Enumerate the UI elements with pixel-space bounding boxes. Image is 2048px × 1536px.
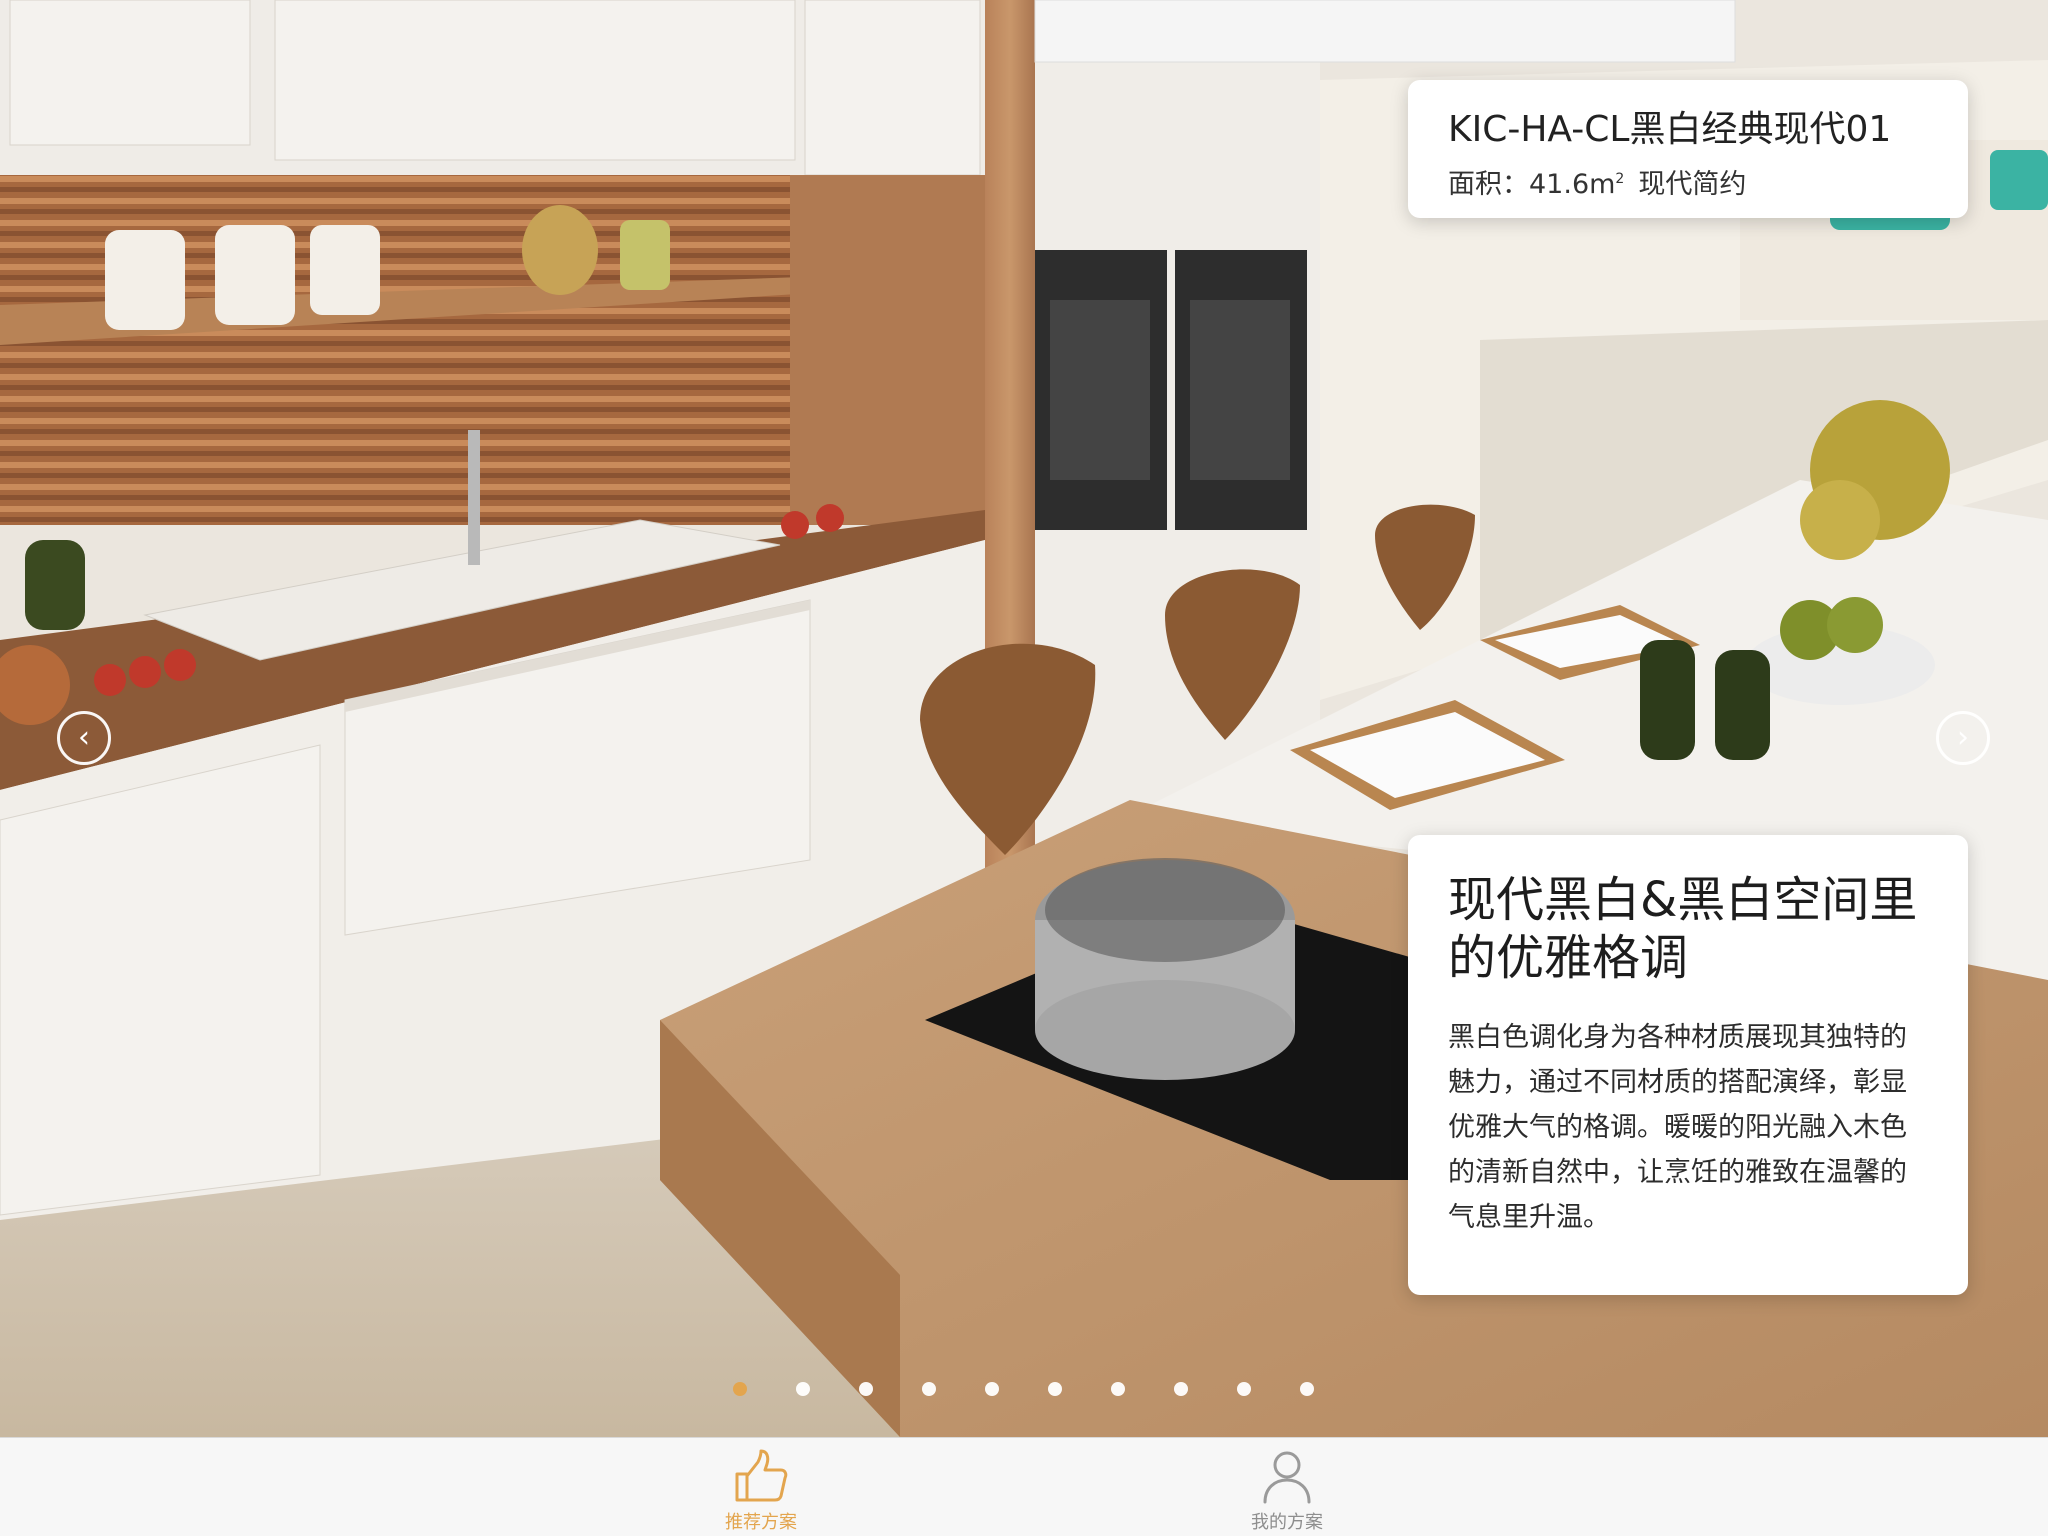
description-body: 黑白色调化身为各种材质展现其独特的魅力，通过不同材质的搭配演绎，彰显优雅大气的格… [1448, 1022, 1907, 1233]
area-unit-superscript: 2 [1615, 171, 1625, 187]
scheme-meta: 面积：41.6m2 现代简约 [1448, 162, 1928, 201]
scheme-description-card: 现代黑白&黑白空间里的优雅格调 黑白色调化身为各种材质展现其独特的魅力，通过不同… [1408, 835, 1968, 1295]
carousel-next-button[interactable]: › [1936, 711, 1990, 765]
pagination-dot[interactable] [859, 1382, 873, 1396]
pagination-dot[interactable] [1174, 1382, 1188, 1396]
pagination-dot[interactable] [985, 1382, 999, 1396]
scheme-area: 面积：41.6m [1448, 169, 1616, 200]
carousel-prev-button[interactable]: ‹ [57, 711, 111, 765]
pagination-dot[interactable] [1300, 1382, 1314, 1396]
pagination-dot[interactable] [1048, 1382, 1062, 1396]
pagination-dot[interactable] [796, 1382, 810, 1396]
scheme-style: 现代简约 [1638, 169, 1747, 200]
thumbs-up-icon [735, 1449, 788, 1502]
bottom-tab-bar: 推荐方案 我的方案 [0, 1437, 2048, 1536]
tab-label: 推荐方案 [725, 1512, 797, 1533]
chevron-left-icon: ‹ [78, 720, 90, 755]
user-icon [1263, 1451, 1311, 1504]
tab-recommended-schemes[interactable]: 推荐方案 [661, 1438, 861, 1536]
pagination-dot[interactable] [1111, 1382, 1125, 1396]
pagination-dot[interactable] [733, 1382, 747, 1396]
pagination-dot[interactable] [922, 1382, 936, 1396]
scheme-info-card: KIC-HA-CL黑白经典现代01 面积：41.6m2 现代简约 [1408, 80, 1968, 218]
chevron-right-icon: › [1957, 720, 1969, 755]
scheme-name: KIC-HA-CL黑白经典现代01 [1448, 109, 1892, 150]
description-headline: 现代黑白&黑白空间里的优雅格调 [1448, 872, 1918, 986]
pagination-dot[interactable] [1237, 1382, 1251, 1396]
tab-my-schemes[interactable]: 我的方案 [1187, 1438, 1387, 1536]
carousel-pagination [733, 1382, 1314, 1396]
tab-label: 我的方案 [1251, 1512, 1323, 1533]
